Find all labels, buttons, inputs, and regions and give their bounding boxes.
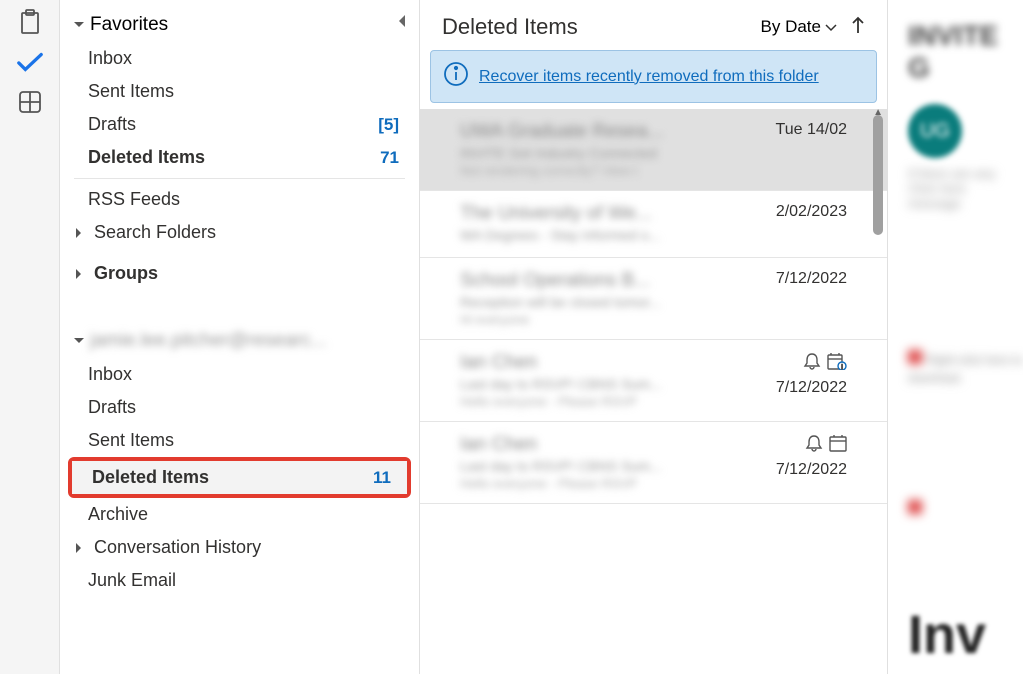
calendar-info-icon: i [827, 352, 847, 375]
nav-divider [74, 178, 405, 179]
message-item[interactable]: The University of We... WA Degrees - Sta… [420, 191, 887, 258]
folder-rss-feeds[interactable]: RSS Feeds [60, 183, 419, 216]
checkmark-icon[interactable] [16, 48, 44, 76]
message-date: 7/12/2022 [776, 270, 847, 288]
message-preview: Hello everyone - Please RSVP [460, 476, 776, 491]
chevron-down-icon [72, 337, 86, 345]
folder-search-folders[interactable]: Search Folders [60, 216, 419, 249]
message-date: 7/12/2022 [776, 461, 847, 479]
folder-deleted-items-2[interactable]: Deleted Items11 [72, 461, 407, 494]
message-sender: Ian Chen [460, 352, 776, 374]
folder-inbox[interactable]: Inbox [60, 42, 419, 75]
message-preview: Not rendering correctly? View t [460, 163, 776, 178]
folder-sent-items[interactable]: Sent Items [60, 75, 419, 108]
chevron-down-icon [72, 21, 86, 29]
message-date: Tue 14/02 [776, 121, 847, 139]
sort-direction-icon[interactable] [851, 16, 865, 39]
message-preview: Hello everyone - Please RSVP [460, 394, 776, 409]
chevron-down-icon [825, 17, 837, 37]
favorites-title: Favorites [90, 14, 168, 36]
message-subject: Last day to RSVP! CBNS Sum... [460, 458, 776, 474]
list-title: Deleted Items [442, 14, 578, 40]
message-sender: The University of We... [460, 203, 776, 225]
folder-conversation-history[interactable]: Conversation History [60, 531, 419, 564]
message-subject: WA Degrees - Stay informed o... [460, 227, 776, 243]
chevron-right-icon [72, 227, 86, 239]
folder-groups[interactable]: Groups [60, 257, 419, 290]
reading-meta: If there are anyClick heremessage [908, 166, 1003, 211]
account-email: jamie.lee.pitcher@researc... [90, 330, 327, 352]
folder-drafts[interactable]: Drafts[5] [60, 108, 419, 141]
collapse-nav-icon[interactable] [397, 14, 407, 33]
apps-icon[interactable] [16, 88, 44, 116]
message-preview: Hi everyone [460, 312, 776, 327]
reading-body-heading: Inv [908, 604, 986, 666]
info-icon [443, 61, 469, 92]
reading-title: INVITE G [908, 20, 1003, 84]
message-item[interactable]: Ian Chen Last day to RSVP! CBNS Sum... H… [420, 422, 887, 504]
message-date: 7/12/2022 [776, 379, 847, 397]
folder-deleted-items[interactable]: Deleted Items71 [60, 141, 419, 174]
message-subject: Reception will be closed tomor... [460, 294, 776, 310]
message-sender: UWA Graduate Resea... [460, 121, 776, 143]
recover-items-link[interactable]: Recover items recently removed from this… [479, 68, 819, 86]
highlighted-folder-annotation: Deleted Items11 [68, 457, 411, 498]
message-subject: Last day to RSVP! CBNS Sum... [460, 376, 776, 392]
calendar-icon [829, 434, 847, 457]
message-list-panel: Deleted Items By Date Recover items rece… [420, 0, 888, 674]
sort-by-date[interactable]: By Date [761, 17, 837, 37]
folder-nav-panel: Favorites Inbox Sent Items Drafts[5] Del… [60, 0, 420, 674]
avatar: UG [908, 104, 962, 158]
left-rail [0, 0, 60, 674]
folder-drafts-2[interactable]: Drafts [60, 391, 419, 424]
bell-icon [803, 352, 821, 375]
reading-pane: INVITE G UG If there are anyClick hereme… [888, 0, 1023, 674]
folder-inbox-2[interactable]: Inbox [60, 358, 419, 391]
message-subject: INVITE Get Industry Connected [460, 145, 776, 161]
message-item[interactable]: School Operations B... Reception will be… [420, 258, 887, 340]
message-item[interactable]: UWA Graduate Resea... INVITE Get Industr… [420, 109, 887, 191]
clipboard-icon[interactable] [16, 8, 44, 36]
message-list: ▲ UWA Graduate Resea... INVITE Get Indus… [420, 109, 887, 674]
chevron-right-icon [72, 268, 86, 280]
message-sender: Ian Chen [460, 434, 776, 456]
account-header[interactable]: jamie.lee.pitcher@researc... [60, 324, 419, 358]
message-item[interactable]: Ian Chen Last day to RSVP! CBNS Sum... H… [420, 340, 887, 422]
scrollbar-thumb[interactable] [873, 115, 883, 235]
chevron-right-icon [72, 542, 86, 554]
message-date: 2/02/2023 [776, 203, 847, 221]
folder-junk-email[interactable]: Junk Email [60, 564, 419, 597]
folder-archive[interactable]: Archive [60, 498, 419, 531]
message-sender: School Operations B... [460, 270, 776, 292]
folder-sent-items-2[interactable]: Sent Items [60, 424, 419, 457]
svg-text:i: i [841, 365, 842, 370]
recover-items-bar: Recover items recently removed from this… [430, 50, 877, 103]
bell-icon [805, 434, 823, 457]
favorites-header[interactable]: Favorites [60, 8, 419, 42]
